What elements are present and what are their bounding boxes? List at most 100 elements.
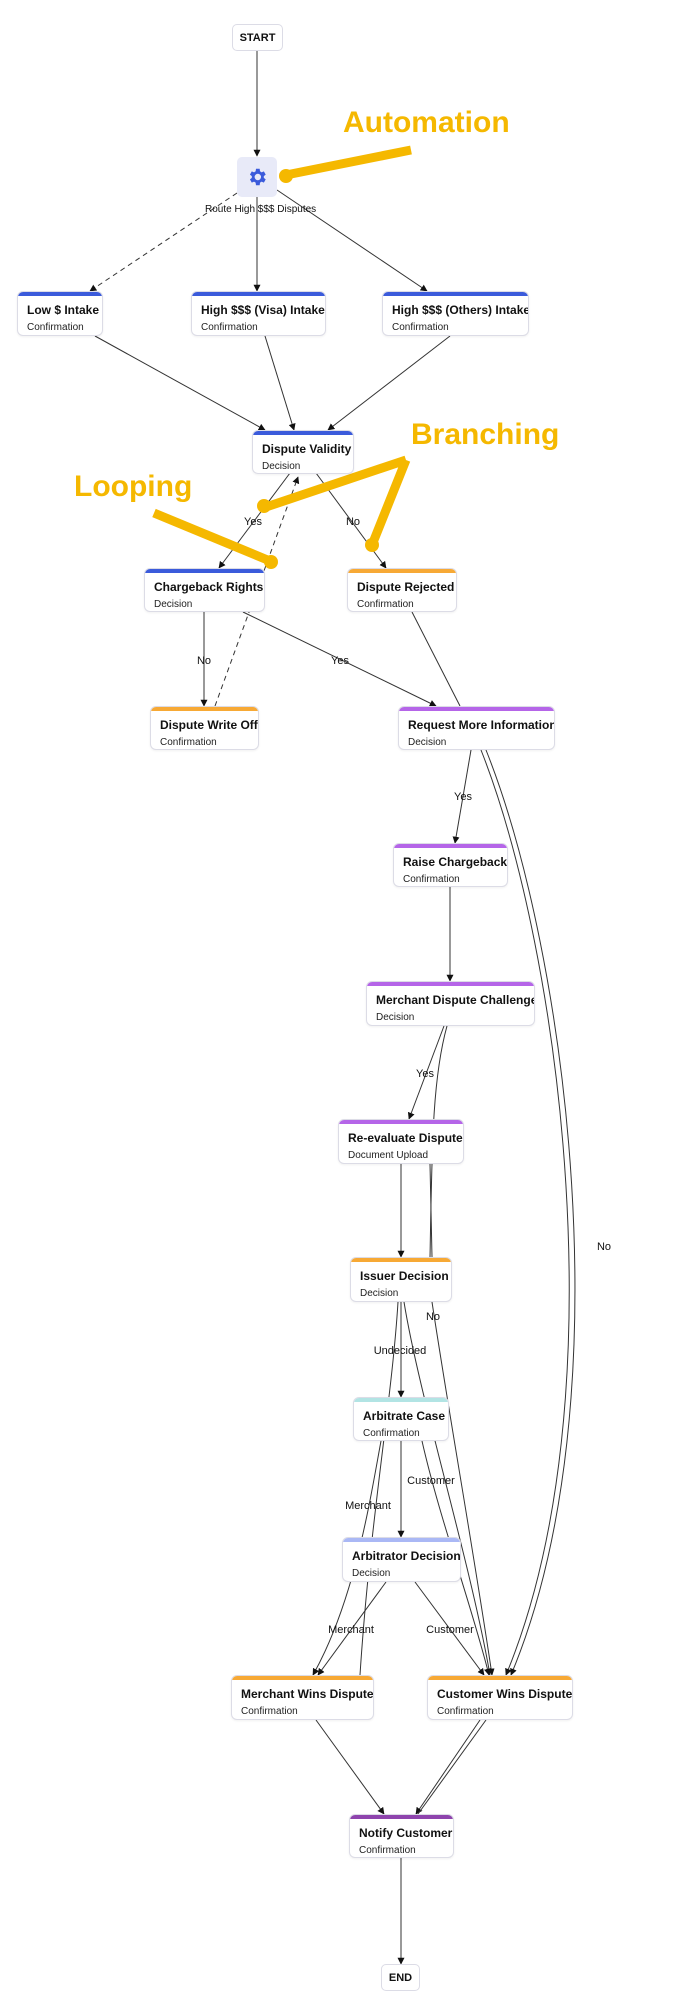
node-title: Customer Wins Dispute — [437, 1687, 573, 1701]
edge-label-validity-yes: Yes — [244, 516, 262, 528]
edge-issuer-no — [431, 1301, 495, 1676]
node-title: Notify Customer — [359, 1826, 453, 1840]
node-type: Confirmation — [403, 874, 460, 885]
node-title: High $$$ (Visa) Intake — [201, 303, 325, 317]
node-color-bar — [18, 292, 102, 296]
node-notify-customer[interactable]: Notify Customer Confirmation — [349, 1814, 454, 1858]
node-color-bar — [232, 1676, 373, 1680]
edge-label-arbitrator-merchant: Merchant — [328, 1624, 374, 1636]
node-title: Dispute Write Off — [160, 718, 258, 732]
edge-label-arbitrator-customer: Customer — [426, 1624, 474, 1636]
node-dispute-write-off[interactable]: Dispute Write Off Confirmation — [150, 706, 259, 750]
node-color-bar — [348, 569, 456, 573]
node-type: Decision — [408, 737, 447, 748]
gear-icon — [249, 168, 266, 186]
node-type: Confirmation — [392, 322, 449, 333]
node-type: Decision — [154, 599, 193, 610]
edge-rmi-no-a — [480, 749, 570, 1676]
automation-node[interactable] — [237, 157, 277, 197]
node-type: Confirmation — [27, 322, 84, 333]
annotation-looping-dot — [264, 555, 278, 569]
annotation-branching-dot-yes — [257, 499, 271, 513]
node-dispute-validity[interactable]: Dispute Validity Decision — [252, 430, 354, 474]
node-type: Confirmation — [357, 599, 414, 610]
edge-low-validity — [94, 335, 266, 431]
node-others-intake[interactable]: High $$$ (Others) Intake Confirmation — [382, 291, 529, 336]
annotation-branching-dot-no — [365, 538, 379, 552]
node-color-bar — [367, 982, 534, 986]
edge-label-issuer-undecided: Undecided — [373, 1345, 427, 1357]
node-type: Decision — [262, 461, 301, 472]
annotation-branching: Branching — [411, 418, 560, 451]
end-label: END — [388, 1971, 413, 1984]
node-merchant-wins[interactable]: Merchant Wins Dispute Confirmation — [231, 1675, 374, 1720]
edge-label-arb-case-merchant: Merchant — [345, 1500, 391, 1512]
edge-label-rmi-yes: Yes — [454, 791, 472, 803]
node-reevaluate-dispute[interactable]: Re-evaluate Dispute Document Upload — [338, 1119, 464, 1164]
node-low-intake[interactable]: Low $ Intake Confirmation — [17, 291, 103, 336]
node-request-more-info[interactable]: Request More Information Decision — [398, 706, 555, 750]
node-raise-chargeback[interactable]: Raise Chargeback Confirmation — [393, 843, 508, 887]
node-color-bar — [351, 1258, 451, 1262]
edge-label-rights-yes: Yes — [331, 655, 349, 667]
node-type: Decision — [376, 1012, 415, 1023]
node-color-bar — [192, 292, 325, 296]
node-arbitrator-decision[interactable]: Arbitrator Decision Decision — [342, 1537, 461, 1582]
node-title: Merchant Dispute Challenge — [376, 993, 535, 1007]
node-title: Arbitrator Decision — [352, 1549, 461, 1563]
node-type: Confirmation — [363, 1428, 420, 1439]
edge-label-rmi-no: No — [596, 1241, 612, 1253]
node-color-bar — [145, 569, 264, 573]
node-dispute-rejected[interactable]: Dispute Rejected Confirmation — [347, 568, 457, 612]
node-type: Document Upload — [348, 1150, 429, 1161]
node-visa-intake[interactable]: High $$$ (Visa) Intake Confirmation — [191, 291, 326, 336]
node-color-bar — [428, 1676, 572, 1680]
automation-label: Route High $$$ Disputes — [205, 204, 317, 215]
edge-customer-notify-b — [417, 1719, 487, 1815]
node-title: Merchant Wins Dispute — [241, 1687, 374, 1701]
node-type: Confirmation — [241, 1706, 298, 1717]
node-customer-wins[interactable]: Customer Wins Dispute Confirmation — [427, 1675, 573, 1720]
edge-issuer-merchant — [359, 1301, 399, 1676]
node-title: Arbitrate Case — [363, 1409, 446, 1423]
edge-visa-validity — [264, 335, 296, 431]
node-color-bar — [394, 844, 507, 848]
edge-label-rights-no: No — [196, 655, 212, 667]
edge-rmi-no-b — [485, 749, 576, 1676]
node-color-bar — [354, 1398, 448, 1402]
node-title: Raise Chargeback — [403, 855, 508, 869]
annotation-automation: Automation — [343, 106, 510, 139]
node-title: Low $ Intake — [27, 303, 100, 317]
edge-merchant-notify — [315, 1719, 385, 1815]
node-color-bar — [339, 1120, 463, 1124]
node-type: Decision — [360, 1288, 399, 1299]
node-chargeback-rights[interactable]: Chargeback Rights Decision — [144, 568, 265, 612]
node-color-bar — [399, 707, 554, 711]
start-label: START — [239, 31, 276, 44]
node-title: Issuer Decision — [360, 1269, 449, 1283]
node-issuer-decision[interactable]: Issuer Decision Decision — [350, 1257, 452, 1302]
start-node[interactable]: START — [232, 24, 283, 51]
node-title: High $$$ (Others) Intake — [392, 303, 529, 317]
node-type: Confirmation — [359, 1845, 416, 1856]
edge-customer-notify-a — [415, 1719, 481, 1815]
node-type: Confirmation — [437, 1706, 494, 1717]
annotation-automation-pointer — [285, 145, 412, 180]
node-arbitrate-case[interactable]: Arbitrate Case Confirmation — [353, 1397, 449, 1441]
edge-label-issuer-no: No — [425, 1311, 441, 1323]
node-color-bar — [383, 292, 528, 296]
node-type: Confirmation — [160, 737, 217, 748]
end-node[interactable]: END — [381, 1964, 420, 1991]
node-title: Request More Information — [408, 718, 555, 732]
edge-label-challenge-yes: Yes — [416, 1068, 434, 1080]
node-merchant-challenge[interactable]: Merchant Dispute Challenge Decision — [366, 981, 535, 1026]
node-color-bar — [253, 431, 353, 435]
node-color-bar — [350, 1815, 453, 1819]
edge-issuer-customer — [403, 1301, 491, 1676]
node-title: Dispute Validity — [262, 442, 352, 456]
node-type: Decision — [352, 1568, 391, 1579]
node-title: Dispute Rejected — [357, 580, 455, 594]
annotation-automation-dot — [279, 169, 293, 183]
edge-label-validity-no: No — [345, 516, 361, 528]
node-title: Re-evaluate Dispute — [348, 1131, 463, 1145]
